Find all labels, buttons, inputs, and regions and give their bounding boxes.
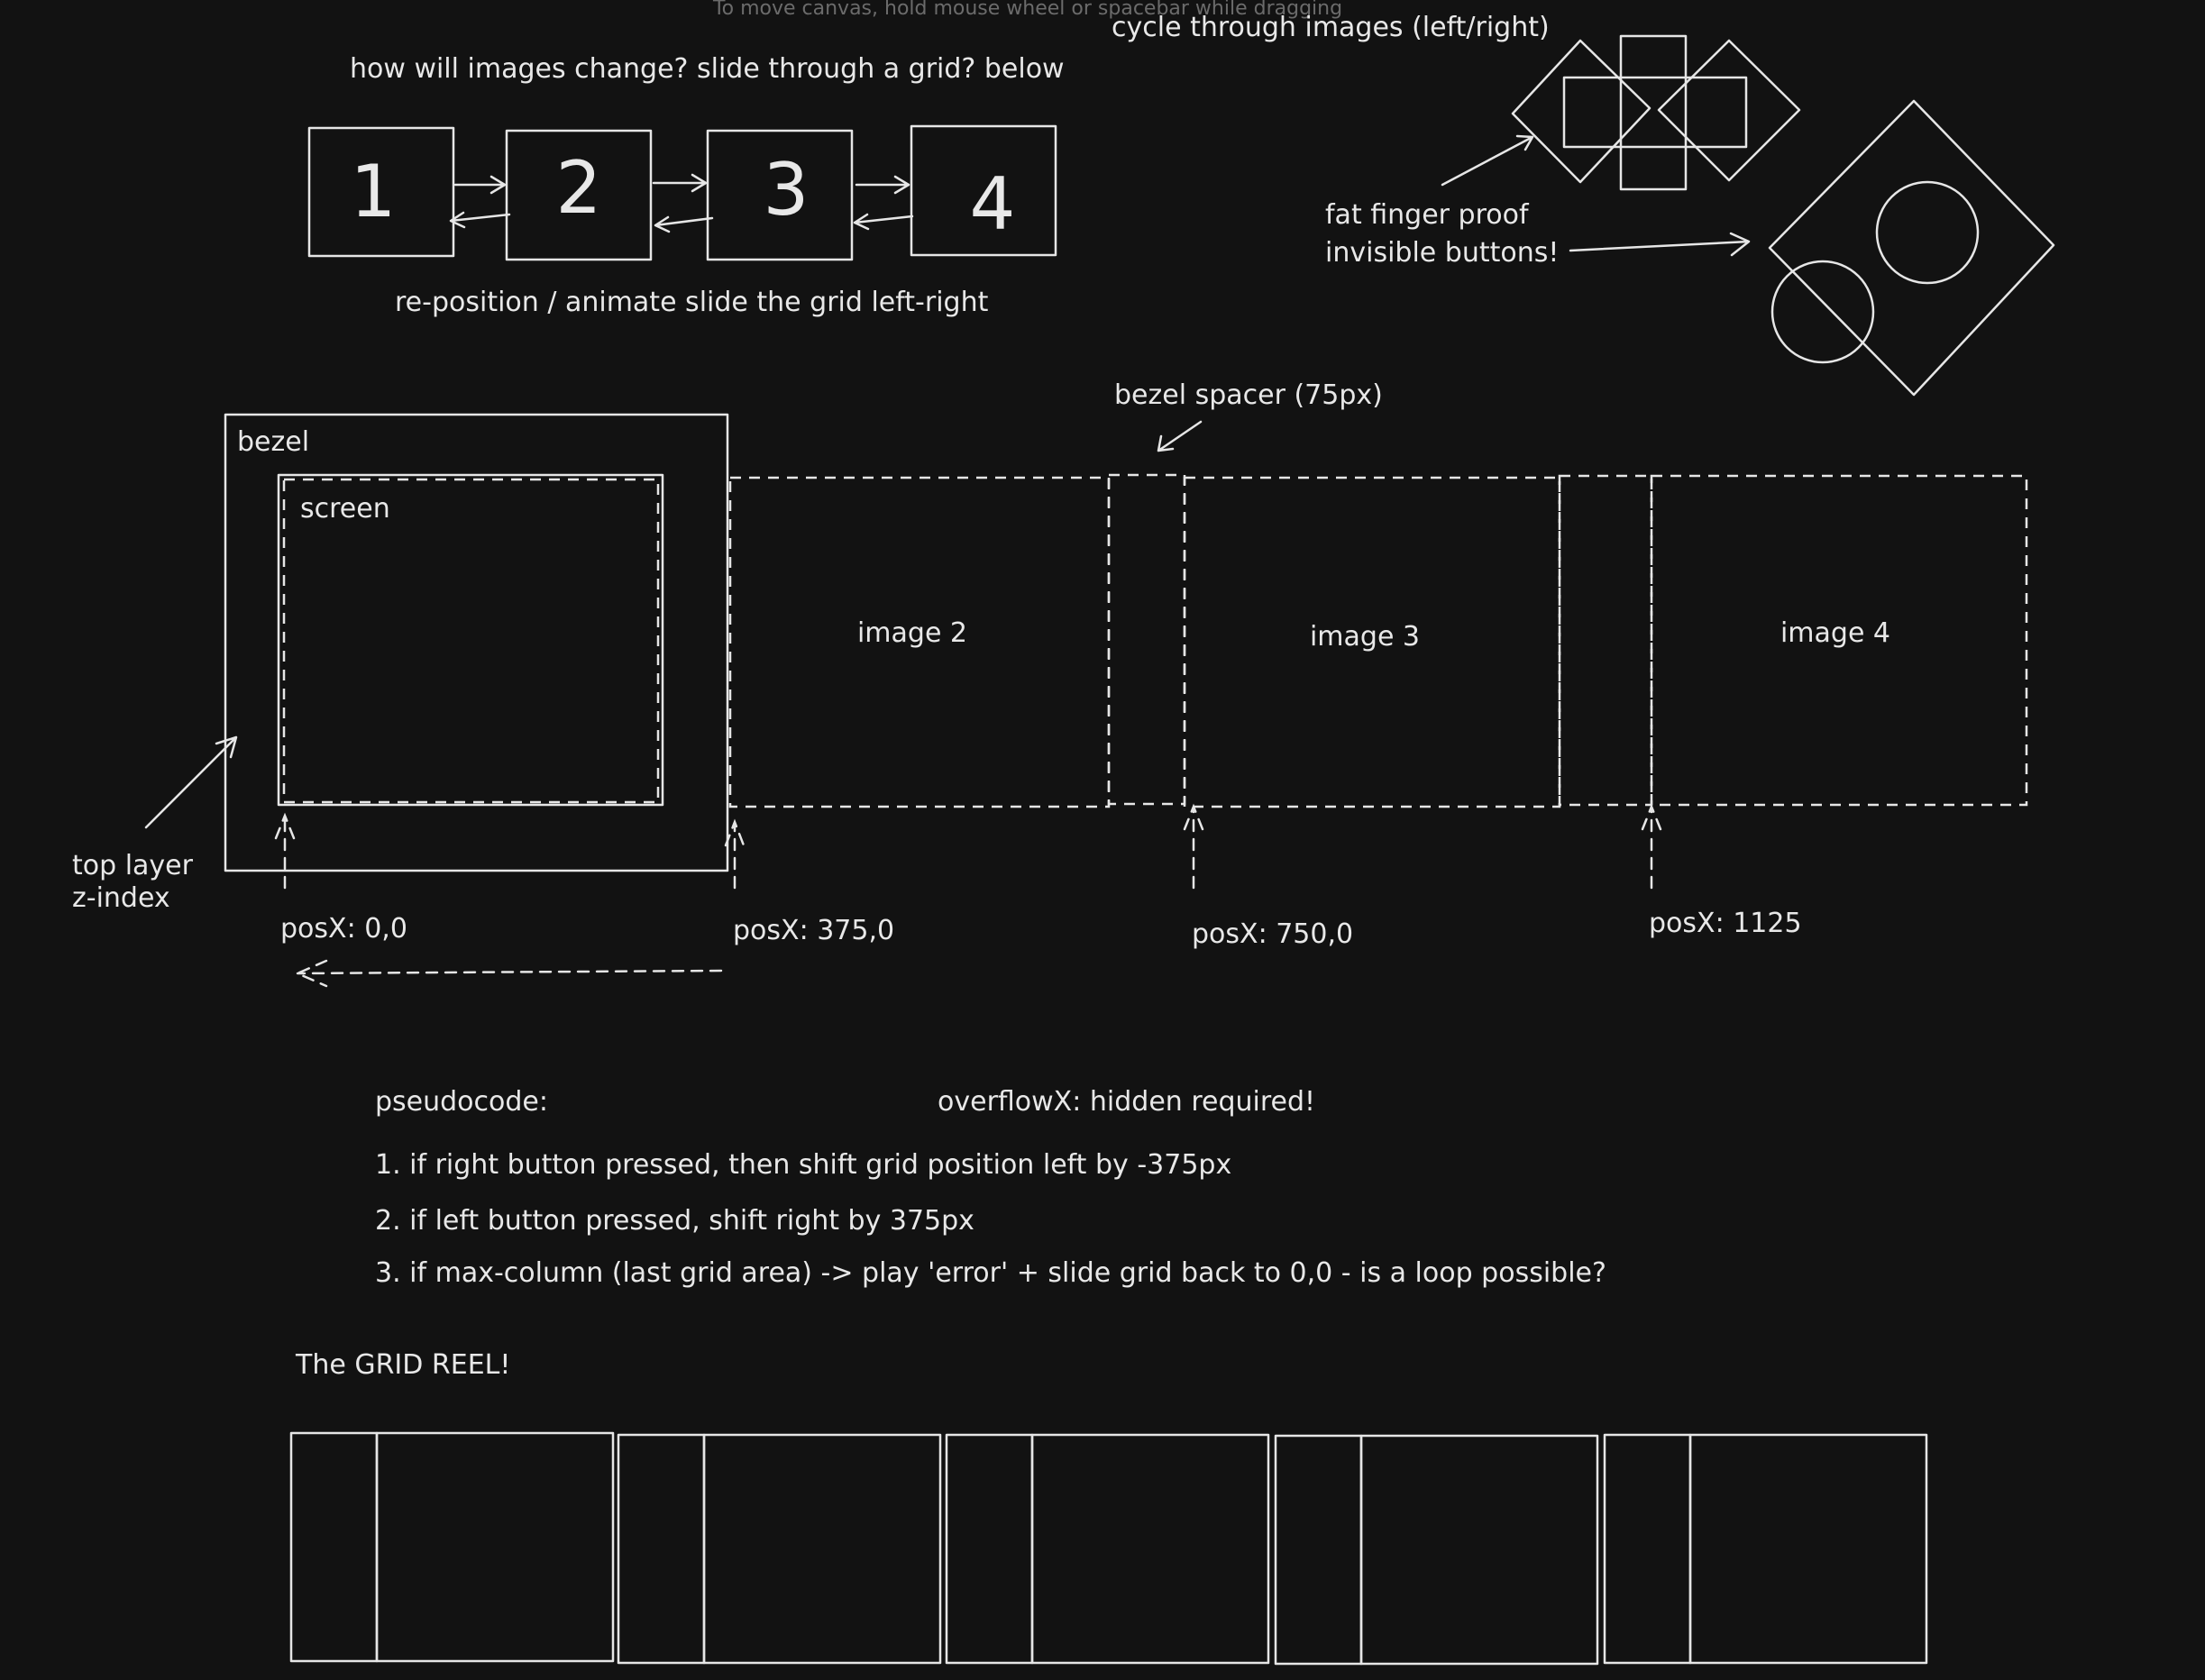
screen-label: screen xyxy=(300,493,390,525)
slide-number-1: 1 xyxy=(351,150,397,233)
pseudocode-heading: pseudocode: xyxy=(375,1086,548,1118)
large-buttons-sketch xyxy=(1768,99,2055,397)
reel-spacer-5 xyxy=(1603,1433,1692,1665)
image-4-label: image 4 xyxy=(1780,617,1890,649)
slides-caption: re-position / animate slide the grid lef… xyxy=(395,287,989,318)
fat-finger-note-line1: fat finger proof xyxy=(1325,199,1530,231)
reel-spacer-2 xyxy=(617,1433,706,1665)
reel-frame-4 xyxy=(1359,1434,1599,1666)
pseudocode-step-1: 1. if right button pressed, then shift g… xyxy=(375,1149,1231,1181)
fat-finger-note-line2: invisible buttons! xyxy=(1325,237,1559,269)
pseudocode-step-3: 3. if max-column (last grid area) -> pla… xyxy=(375,1257,1606,1289)
reel-frame-5 xyxy=(1688,1433,1928,1665)
slide-left-arrow xyxy=(294,959,723,988)
position-2: posX: 750,0 xyxy=(1192,918,1353,950)
slide-number-4: 4 xyxy=(970,162,1016,246)
image-3-label: image 3 xyxy=(1310,621,1420,653)
overflow-note: overflowX: hidden required! xyxy=(938,1086,1315,1118)
spacer-arrow xyxy=(1157,420,1203,452)
reel-spacer-3 xyxy=(945,1433,1034,1665)
image-2-label: image 2 xyxy=(857,617,967,649)
bezel-spacer-label: bezel spacer (75px) xyxy=(1114,379,1383,411)
bezel-spacer-1 xyxy=(1107,473,1186,806)
position-markers xyxy=(274,803,1662,890)
grid-reel xyxy=(289,1431,1928,1666)
pseudocode-step-2: 2. if left button pressed, shift right b… xyxy=(375,1205,974,1237)
top-layer-label-line2: z-index xyxy=(72,882,170,914)
position-1: posX: 375,0 xyxy=(733,915,894,946)
reel-spacer-1 xyxy=(289,1431,379,1663)
slides-question: how will images change? slide through a … xyxy=(350,53,1065,85)
top-layer-label-line1: top layer xyxy=(72,850,194,881)
top-layer-arrow xyxy=(144,735,238,829)
reel-frame-1 xyxy=(375,1431,615,1663)
bezel-spacer-2 xyxy=(1558,474,1653,807)
position-0: posX: 0,0 xyxy=(280,913,407,945)
slide-arrows xyxy=(449,173,914,233)
reel-frame-3 xyxy=(1030,1433,1270,1665)
grid-reel-title: The GRID REEL! xyxy=(295,1349,510,1381)
reel-frame-2 xyxy=(702,1433,942,1665)
position-3: posX: 1125 xyxy=(1649,908,1802,939)
reel-spacer-4 xyxy=(1274,1434,1363,1666)
bezel-label: bezel xyxy=(237,426,309,458)
slide-number-2: 2 xyxy=(556,146,602,230)
buttons-title: cycle through images (left/right) xyxy=(1112,12,1550,43)
whiteboard-canvas[interactable]: To move canvas, hold mouse wheel or spac… xyxy=(0,0,2205,1680)
slide-number-3: 3 xyxy=(764,148,810,232)
small-buttons-sketch xyxy=(1511,34,1801,191)
